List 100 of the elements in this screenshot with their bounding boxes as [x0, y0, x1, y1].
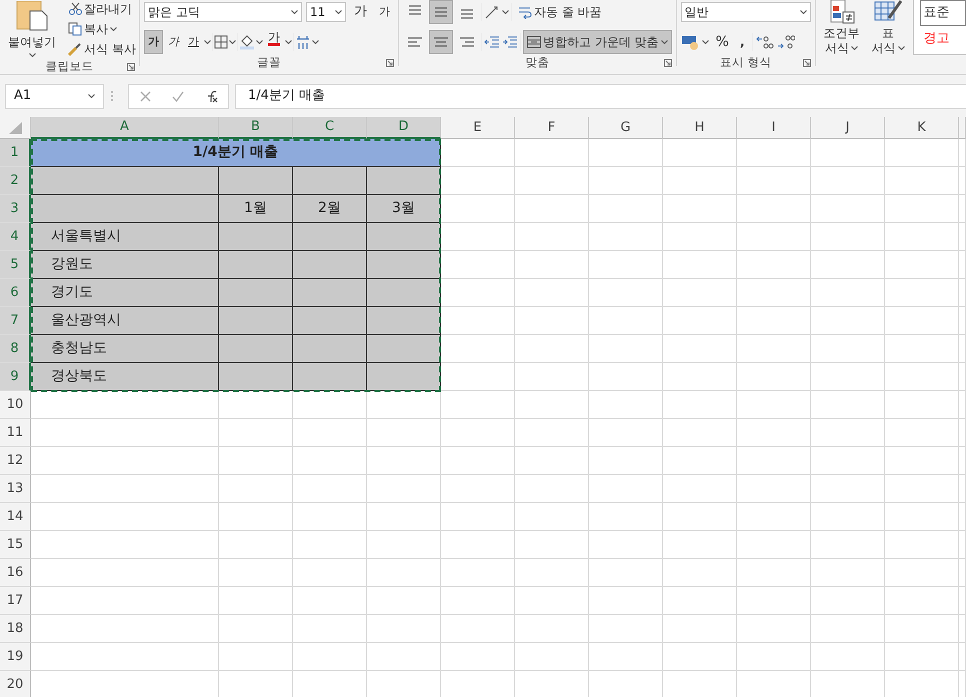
empty-cell[interactable]: [515, 167, 589, 195]
empty-cell[interactable]: [293, 447, 367, 475]
empty-cell[interactable]: [959, 307, 966, 335]
empty-cell[interactable]: [589, 251, 663, 279]
text-orientation-icon[interactable]: [484, 4, 500, 20]
borders-icon[interactable]: [214, 35, 228, 49]
empty-cell[interactable]: [441, 447, 515, 475]
empty-cell[interactable]: [885, 307, 959, 335]
empty-cell[interactable]: [293, 615, 367, 643]
empty-cell[interactable]: [515, 447, 589, 475]
empty-cell[interactable]: [959, 195, 966, 223]
paste-button[interactable]: 붙여넣기: [4, 0, 60, 59]
empty-cell[interactable]: [737, 475, 811, 503]
empty-cell[interactable]: [663, 223, 737, 251]
empty-cell[interactable]: [589, 615, 663, 643]
empty-cell[interactable]: [293, 475, 367, 503]
empty-cell[interactable]: [811, 447, 885, 475]
empty-cell[interactable]: [367, 391, 441, 419]
empty-cell[interactable]: [589, 419, 663, 447]
comma-button[interactable]: ,: [736, 30, 749, 54]
empty-cell[interactable]: [589, 587, 663, 615]
empty-cell[interactable]: [589, 223, 663, 251]
phonetic-guide-icon[interactable]: [295, 34, 311, 50]
column-header[interactable]: F: [515, 117, 589, 139]
empty-cell[interactable]: [589, 503, 663, 531]
empty-cell[interactable]: [885, 503, 959, 531]
empty-cell[interactable]: [663, 447, 737, 475]
empty-cell[interactable]: [293, 391, 367, 419]
row-header[interactable]: 8: [0, 335, 31, 363]
empty-cell[interactable]: [441, 531, 515, 559]
empty-cell[interactable]: [441, 559, 515, 587]
empty-cell[interactable]: [441, 503, 515, 531]
empty-cell[interactable]: [441, 587, 515, 615]
empty-cell[interactable]: [663, 587, 737, 615]
empty-cell[interactable]: [959, 643, 966, 671]
empty-cell[interactable]: [811, 223, 885, 251]
empty-cell[interactable]: [885, 531, 959, 559]
check-icon[interactable]: [172, 90, 184, 102]
empty-cell[interactable]: [367, 419, 441, 447]
empty-cell[interactable]: [811, 419, 885, 447]
empty-cell[interactable]: [219, 391, 293, 419]
column-header[interactable]: A: [31, 117, 219, 139]
empty-cell[interactable]: [367, 447, 441, 475]
increase-decimal-icon[interactable]: [756, 34, 774, 50]
dialog-launcher-icon[interactable]: [386, 59, 394, 67]
cell-style-button[interactable]: 표준: [920, 0, 966, 26]
font-size-field[interactable]: 11: [306, 2, 346, 22]
empty-cell[interactable]: [589, 307, 663, 335]
column-header[interactable]: J: [811, 117, 885, 139]
empty-cell[interactable]: [293, 531, 367, 559]
column-header[interactable]: H: [663, 117, 737, 139]
bold-button[interactable]: 가: [144, 30, 163, 54]
empty-cell[interactable]: [515, 587, 589, 615]
empty-cell[interactable]: [441, 615, 515, 643]
empty-cell[interactable]: [959, 615, 966, 643]
empty-cell[interactable]: [737, 363, 811, 391]
align-center-button[interactable]: [429, 30, 453, 54]
warning-style-button[interactable]: 경고: [920, 26, 966, 52]
empty-cell[interactable]: [811, 615, 885, 643]
empty-cell[interactable]: [959, 587, 966, 615]
empty-cell[interactable]: [811, 139, 885, 167]
empty-cell[interactable]: [293, 587, 367, 615]
row-header[interactable]: 16: [0, 559, 31, 587]
empty-cell[interactable]: [959, 335, 966, 363]
empty-cell[interactable]: [515, 391, 589, 419]
row-header[interactable]: 2: [0, 167, 31, 195]
column-header[interactable]: C: [293, 117, 367, 139]
row-header[interactable]: 14: [0, 503, 31, 531]
column-header[interactable]: D: [367, 117, 441, 139]
empty-cell[interactable]: [589, 363, 663, 391]
empty-cell[interactable]: [515, 335, 589, 363]
empty-cell[interactable]: [663, 503, 737, 531]
empty-cell[interactable]: [515, 615, 589, 643]
empty-cell[interactable]: [589, 167, 663, 195]
empty-cell[interactable]: [885, 391, 959, 419]
empty-cell[interactable]: [737, 223, 811, 251]
empty-cell[interactable]: [515, 419, 589, 447]
empty-cell[interactable]: [885, 167, 959, 195]
decrease-font-button[interactable]: 가: [375, 0, 394, 24]
empty-cell[interactable]: [515, 251, 589, 279]
empty-cell[interactable]: [737, 195, 811, 223]
empty-cell[interactable]: [515, 307, 589, 335]
empty-cell[interactable]: [959, 419, 966, 447]
empty-cell[interactable]: [885, 615, 959, 643]
empty-cell[interactable]: [737, 167, 811, 195]
underline-button[interactable]: 가: [184, 30, 203, 54]
decrease-indent-icon[interactable]: [484, 35, 500, 49]
column-header[interactable]: [959, 117, 966, 139]
empty-cell[interactable]: [515, 223, 589, 251]
empty-cell[interactable]: [885, 419, 959, 447]
empty-cell[interactable]: [515, 195, 589, 223]
empty-cell[interactable]: [589, 391, 663, 419]
empty-cell[interactable]: [885, 643, 959, 671]
empty-cell[interactable]: [219, 503, 293, 531]
empty-cell[interactable]: [885, 223, 959, 251]
empty-cell[interactable]: [811, 475, 885, 503]
empty-cell[interactable]: [811, 195, 885, 223]
dialog-launcher-icon[interactable]: [127, 63, 135, 71]
row-header[interactable]: 4: [0, 223, 31, 251]
empty-cell[interactable]: [811, 503, 885, 531]
